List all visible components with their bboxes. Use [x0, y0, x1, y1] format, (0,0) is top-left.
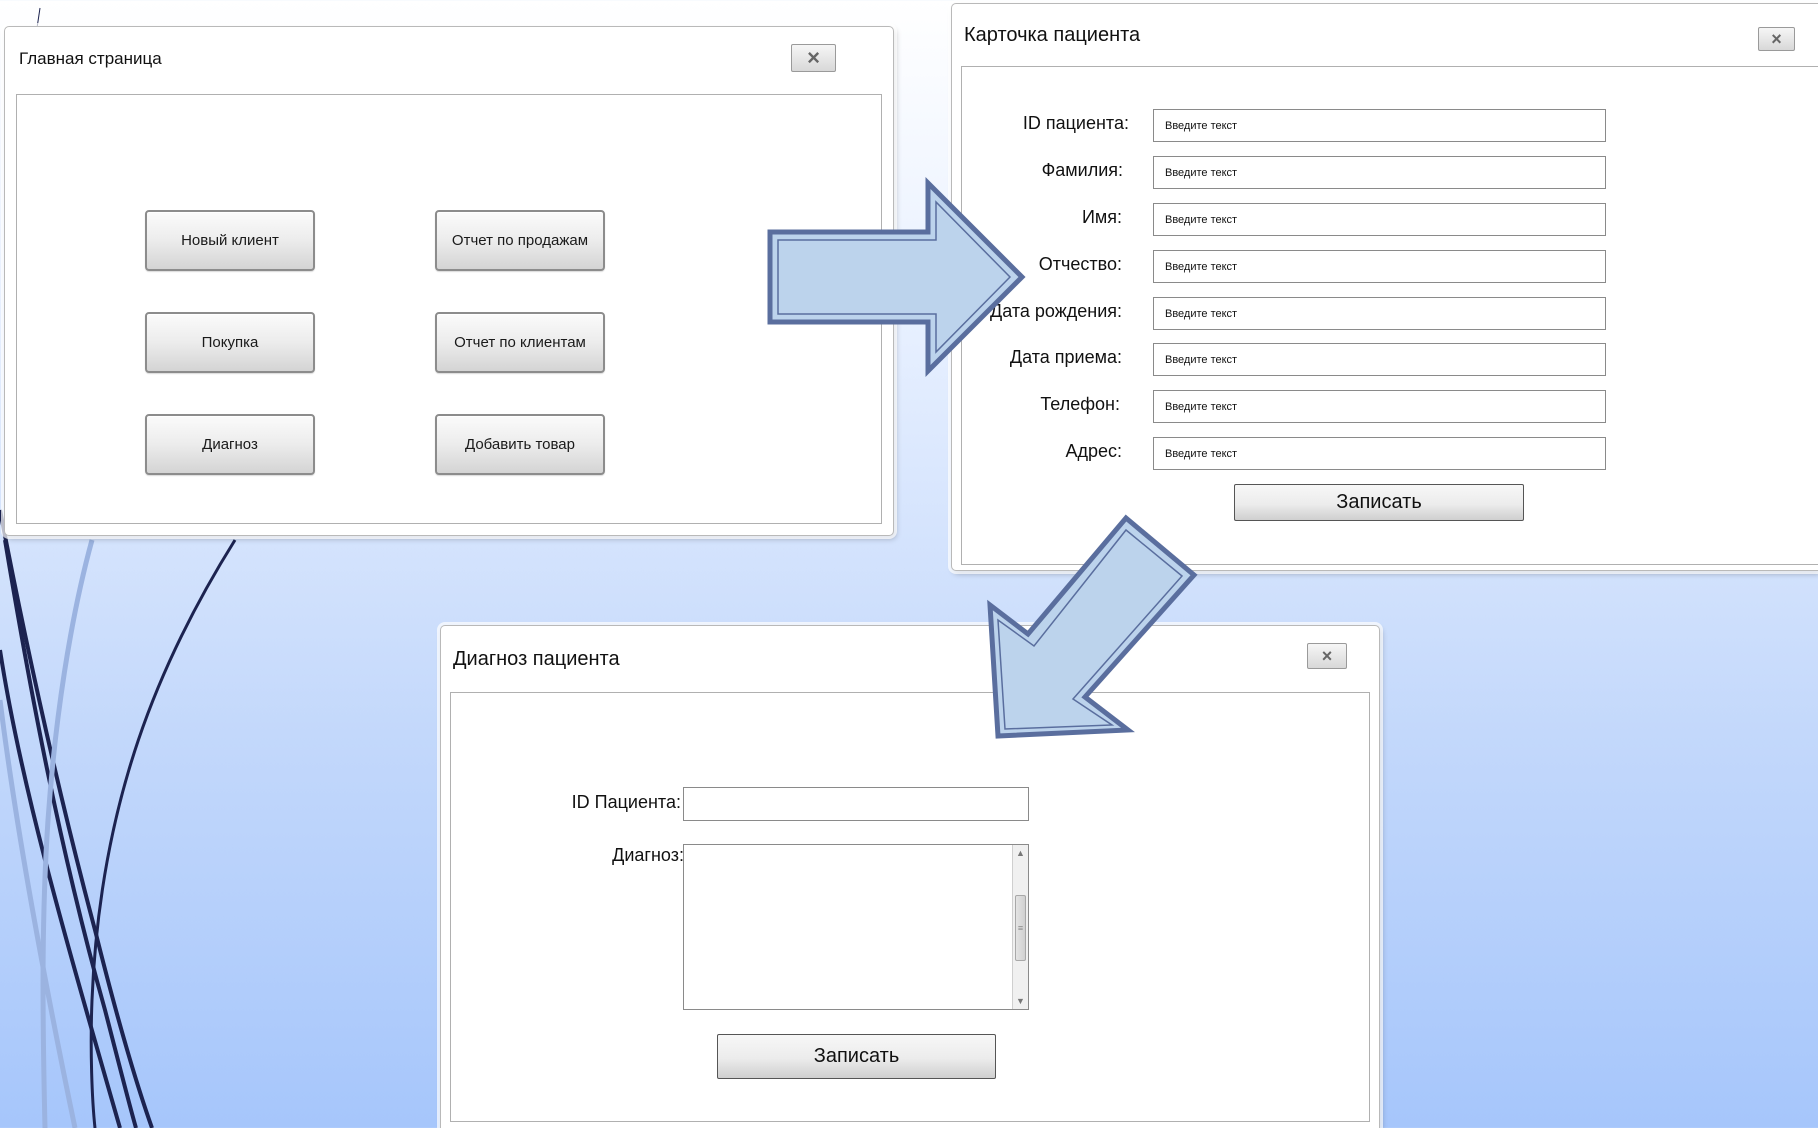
first-name-label: Имя:: [1081, 207, 1122, 227]
admission-date-field[interactable]: [1153, 343, 1606, 376]
diagnosis-window: Диагноз пациента × ID Пациента: Диагноз:…: [440, 625, 1380, 1128]
scroll-down-icon[interactable]: ▼: [1014, 994, 1027, 1008]
window-title: Главная страница: [19, 49, 162, 68]
sales-report-button[interactable]: Отчет по продажам: [435, 210, 605, 271]
diagnosis-panel: ID Пациента: Диагноз: ▲ ≡ ▼ Записать: [450, 692, 1370, 1122]
window-title: Карточка пациента: [964, 24, 1141, 46]
scroll-up-icon[interactable]: ▲: [1014, 846, 1027, 860]
first-name-field[interactable]: [1153, 203, 1606, 236]
patient-id-field[interactable]: [1153, 109, 1606, 142]
patronymic-field[interactable]: [1153, 250, 1606, 283]
patient-id-field[interactable]: [683, 787, 1029, 821]
clients-report-button[interactable]: Отчет по клиентам: [435, 312, 605, 373]
admission-date-label: Дата приема:: [1009, 347, 1122, 367]
phone-field[interactable]: [1153, 390, 1606, 423]
save-button[interactable]: Записать: [717, 1034, 996, 1079]
vertical-scrollbar[interactable]: ▲ ≡ ▼: [1012, 845, 1028, 1009]
diagnosis-input[interactable]: [684, 845, 1012, 1009]
main-panel: Новый клиент Покупка Диагноз Отчет по пр…: [16, 94, 882, 524]
new-client-button[interactable]: Новый клиент: [145, 210, 315, 271]
window-title: Диагноз пациента: [453, 648, 620, 670]
diagnosis-textarea[interactable]: ▲ ≡ ▼: [683, 844, 1029, 1010]
patient-id-label: ID пациента:: [1022, 113, 1129, 133]
add-product-button[interactable]: Добавить товар: [435, 414, 605, 475]
save-button[interactable]: Записать: [1234, 484, 1524, 521]
purchase-button[interactable]: Покупка: [145, 312, 315, 373]
last-name-label: Фамилия:: [1041, 160, 1123, 180]
address-label: Адрес:: [1065, 441, 1122, 461]
birth-date-label: Дата рождения:: [990, 301, 1122, 321]
scroll-thumb[interactable]: ≡: [1015, 895, 1026, 961]
phone-label: Телефон:: [1040, 394, 1120, 414]
diagnosis-label: Диагноз:: [612, 845, 684, 865]
close-button[interactable]: ×: [791, 44, 836, 72]
patient-card-panel: ID пациента: Фамилия: Имя: Отчество: Дат…: [961, 66, 1818, 565]
address-field[interactable]: [1153, 437, 1606, 470]
main-window: Главная страница × Новый клиент Покупка …: [4, 26, 894, 536]
last-name-field[interactable]: [1153, 156, 1606, 189]
diagnosis-button[interactable]: Диагноз: [145, 414, 315, 475]
birth-date-field[interactable]: [1153, 297, 1606, 330]
close-button[interactable]: ×: [1307, 643, 1347, 669]
patient-id-label: ID Пациента:: [571, 792, 681, 812]
patronymic-label: Отчество:: [1038, 254, 1122, 274]
close-button[interactable]: ×: [1758, 27, 1795, 51]
patient-card-window: Карточка пациента × ID пациента: Фамилия…: [951, 3, 1818, 571]
